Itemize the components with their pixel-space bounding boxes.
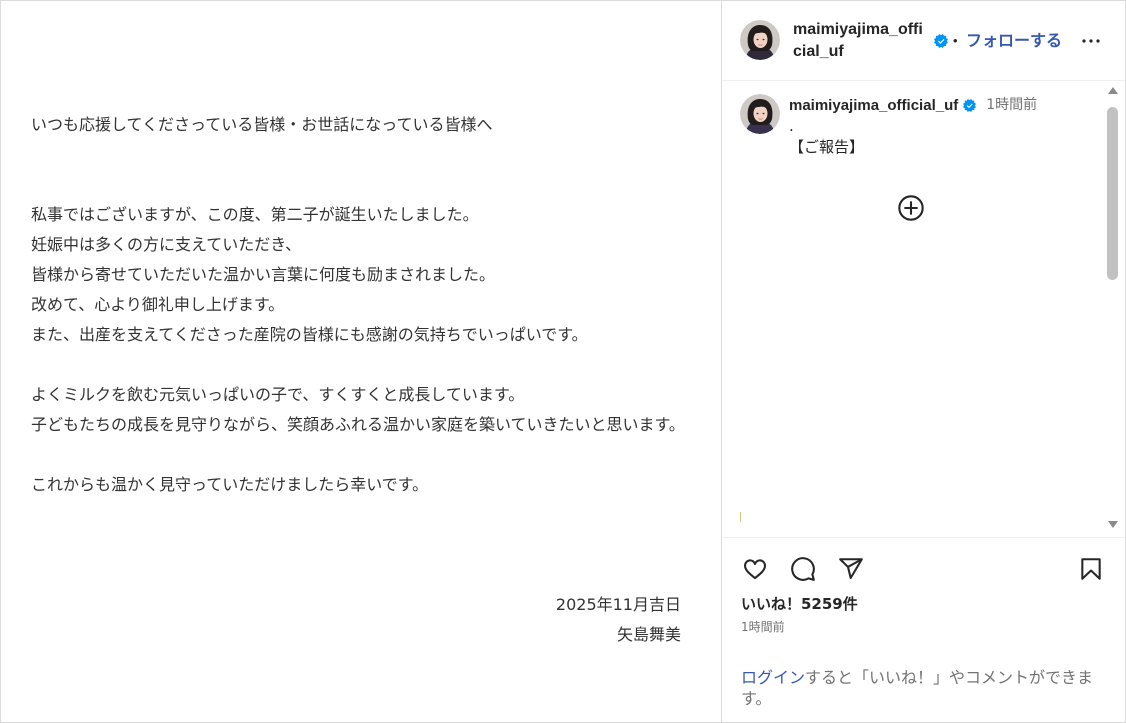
more-options-icon[interactable] bbox=[1079, 29, 1103, 53]
instagram-post-view: いつも応援してくださっている皆様・お世話になっている皆様へ 私事ではございますが… bbox=[0, 0, 1126, 723]
share-icon[interactable] bbox=[838, 556, 864, 582]
post-side-panel: maimiyajima_official_uf • フォローする maimiya… bbox=[722, 1, 1125, 722]
follow-button[interactable]: フォローする bbox=[966, 30, 1062, 52]
caption-header: maimiyajima_official_uf 1時間前 bbox=[789, 95, 1094, 116]
letter-line: よくミルクを飲む元気いっぱいの子で、すくすくと成長しています。 bbox=[31, 385, 525, 404]
letter-text: いつも応援してくださっている皆様・お世話になっている皆様へ 私事ではございますが… bbox=[31, 110, 685, 650]
letter-line: 妊娠中は多くの方に支えていただき、 bbox=[31, 235, 302, 254]
letter-line: 改めて、心より御礼申し上げます。 bbox=[31, 295, 285, 314]
scrollbar-thumb[interactable] bbox=[1107, 107, 1118, 280]
login-prompt: ログインすると「いいね！」やコメントができます。 bbox=[741, 667, 1103, 709]
post-header: maimiyajima_official_uf • フォローする bbox=[722, 1, 1125, 81]
avatar[interactable] bbox=[740, 20, 780, 60]
letter-signature: 矢島舞美 bbox=[616, 625, 681, 644]
post-image[interactable]: いつも応援してくださっている皆様・お世話になっている皆様へ 私事ではございますが… bbox=[1, 1, 722, 722]
avatar[interactable] bbox=[740, 94, 780, 134]
letter-signature-block: 2025年11月吉日 矢島舞美 bbox=[31, 590, 681, 650]
letter-line: 皆様から寄せていただいた温かい言葉に何度も励まされました。 bbox=[31, 265, 496, 284]
post-actions: いいね！5259件 1時間前 ログインすると「いいね！」やコメントができます。 bbox=[722, 537, 1125, 722]
letter-date: 2025年11月吉日 bbox=[555, 595, 681, 614]
comment-icon[interactable] bbox=[790, 556, 816, 582]
header-separator: • bbox=[953, 33, 958, 48]
login-link[interactable]: ログイン bbox=[741, 668, 805, 687]
letter-line: 私事ではございますが、この度、第二子が誕生いたしました。 bbox=[31, 205, 479, 224]
caption-username[interactable]: maimiyajima_official_uf bbox=[789, 95, 958, 116]
letter-paragraph: これからも温かく見守っていただけましたら幸いです。 bbox=[31, 470, 681, 500]
letter-line: また、出産を支えてくださった産院の皆様にも感謝の気持ちでいっぱいです。 bbox=[31, 325, 588, 344]
letter-paragraph: よくミルクを飲む元気いっぱいの子で、すくすくと成長しています。 子どもたちの成長… bbox=[31, 380, 685, 440]
verified-badge-icon bbox=[934, 34, 948, 48]
header-username[interactable]: maimiyajima_official_uf bbox=[793, 19, 927, 63]
letter-paragraph: 私事ではございますが、この度、第二子が誕生いたしました。 妊娠中は多くの方に支え… bbox=[31, 200, 681, 350]
verified-badge-icon bbox=[963, 99, 977, 112]
letter-line: 子どもたちの成長を見守りながら、笑顔あふれる温かい家庭を築いていきたいと思います… bbox=[31, 415, 685, 434]
scroll-up-arrow-icon[interactable] bbox=[1108, 87, 1118, 94]
plus-circle-icon[interactable] bbox=[897, 194, 925, 222]
likes-count[interactable]: いいね！5259件 bbox=[741, 594, 858, 614]
heart-icon[interactable] bbox=[742, 556, 768, 582]
caption-line: . bbox=[789, 117, 794, 135]
text-caret bbox=[740, 512, 741, 522]
post-timestamp[interactable]: 1時間前 bbox=[741, 619, 785, 635]
letter-greeting: いつも応援してくださっている皆様・お世話になっている皆様へ bbox=[31, 115, 493, 134]
scroll-down-arrow-icon[interactable] bbox=[1108, 521, 1118, 528]
caption-timestamp[interactable]: 1時間前 bbox=[986, 95, 1037, 116]
comments-scrollbar[interactable] bbox=[1105, 81, 1121, 536]
caption: maimiyajima_official_uf 1時間前 . 【ご報告】 bbox=[789, 95, 1094, 158]
comments-section: maimiyajima_official_uf 1時間前 . 【ご報告】 bbox=[722, 81, 1125, 536]
bookmark-icon[interactable] bbox=[1078, 556, 1104, 582]
letter-line: これからも温かく見守っていただけましたら幸いです。 bbox=[31, 475, 429, 494]
caption-line: 【ご報告】 bbox=[789, 138, 865, 156]
